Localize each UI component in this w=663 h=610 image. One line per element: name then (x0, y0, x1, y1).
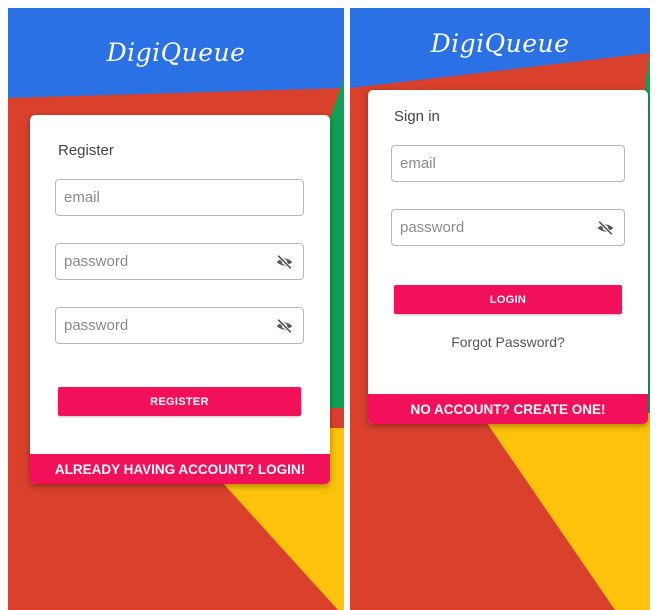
password-field[interactable] (391, 209, 625, 246)
app-logo: DigiQueue (106, 38, 246, 67)
email-field[interactable] (391, 145, 625, 182)
forgot-password-link[interactable]: Forgot Password? (368, 334, 648, 350)
password-field[interactable] (55, 243, 304, 280)
confirm-password-input[interactable] (64, 308, 264, 343)
password-input[interactable] (64, 244, 264, 279)
email-input[interactable] (64, 180, 294, 215)
card-title: Register (58, 142, 114, 159)
password-input[interactable] (400, 210, 585, 245)
register-card: Register REGISTER ALREADY HAVING ACC (30, 115, 330, 484)
eye-off-icon[interactable] (275, 254, 294, 270)
confirm-password-field[interactable] (55, 307, 304, 344)
login-link-button[interactable]: ALREADY HAVING ACCOUNT? LOGIN! (30, 454, 330, 484)
register-button[interactable]: REGISTER (58, 387, 301, 416)
login-button[interactable]: LOGIN (394, 285, 622, 314)
register-screen: DigiQueue Register REGISTER (8, 8, 344, 610)
app-logo: DigiQueue (430, 29, 570, 58)
email-input[interactable] (400, 146, 615, 181)
card-title: Sign in (394, 108, 440, 125)
email-field[interactable] (55, 179, 304, 216)
signin-card: Sign in LOGIN Forgot Password? NO ACCOUN… (368, 90, 648, 424)
eye-off-icon[interactable] (275, 318, 294, 334)
signin-screen: DigiQueue Sign in LOGIN Forgot Password?… (350, 8, 650, 610)
eye-off-icon[interactable] (596, 220, 615, 236)
create-account-button[interactable]: NO ACCOUNT? CREATE ONE! (368, 394, 648, 424)
